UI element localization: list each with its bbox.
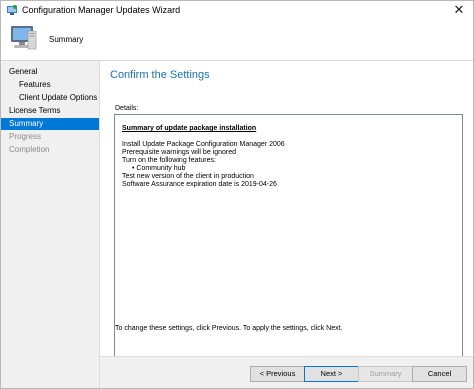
header-title: Summary [49, 35, 84, 44]
button-bar: < Previous Next > Summary Cancel [100, 356, 473, 388]
detail-line: Software Assurance expiration date is 20… [122, 181, 277, 188]
wizard-header: Summary [1, 21, 473, 61]
close-icon[interactable]: ✕ [451, 2, 467, 18]
page-title: Confirm the Settings [110, 69, 210, 81]
wizard-window: Configuration Manager Updates Wizard ✕ S… [0, 0, 474, 389]
sidebar-item-features: Features [19, 80, 51, 89]
sidebar-item-progress: Progress [9, 132, 42, 141]
sidebar-item-completion: Completion [9, 145, 50, 154]
sidebar-item-summary: Summary [1, 118, 99, 130]
detail-line: Install Update Package Configuration Man… [122, 141, 285, 148]
next-button[interactable]: Next > [304, 366, 359, 382]
details-label: Details: [115, 105, 139, 112]
details-textbox[interactable]: Summary of update package installation I… [114, 114, 463, 372]
detail-line: Turn on the following features: [122, 157, 216, 164]
previous-button[interactable]: < Previous [250, 366, 305, 382]
cancel-button[interactable]: Cancel [412, 366, 467, 382]
summary-heading: Summary of update package installation [122, 125, 257, 132]
feature-bullet: • Community hub [132, 165, 186, 172]
summary-button: Summary [358, 366, 413, 382]
computer-icon [8, 23, 38, 53]
window-title: Configuration Manager Updates Wizard [22, 5, 181, 15]
sidebar-item-general: General [9, 67, 38, 76]
title-bar: Configuration Manager Updates Wizard ✕ [1, 1, 473, 21]
detail-line: Test new version of the client in produc… [122, 173, 254, 180]
wizard-sidebar: General Features Client Update Options L… [1, 61, 100, 388]
navigation-hint: To change these settings, click Previous… [115, 325, 343, 332]
detail-line: Prerequisite warnings will be ignored [122, 149, 237, 156]
wizard-content: Confirm the Settings Details: Summary of… [100, 61, 473, 388]
sidebar-item-license-terms: License Terms [9, 106, 61, 115]
wizard-app-icon [6, 4, 18, 16]
sidebar-item-client-update-options: Client Update Options [19, 93, 98, 102]
